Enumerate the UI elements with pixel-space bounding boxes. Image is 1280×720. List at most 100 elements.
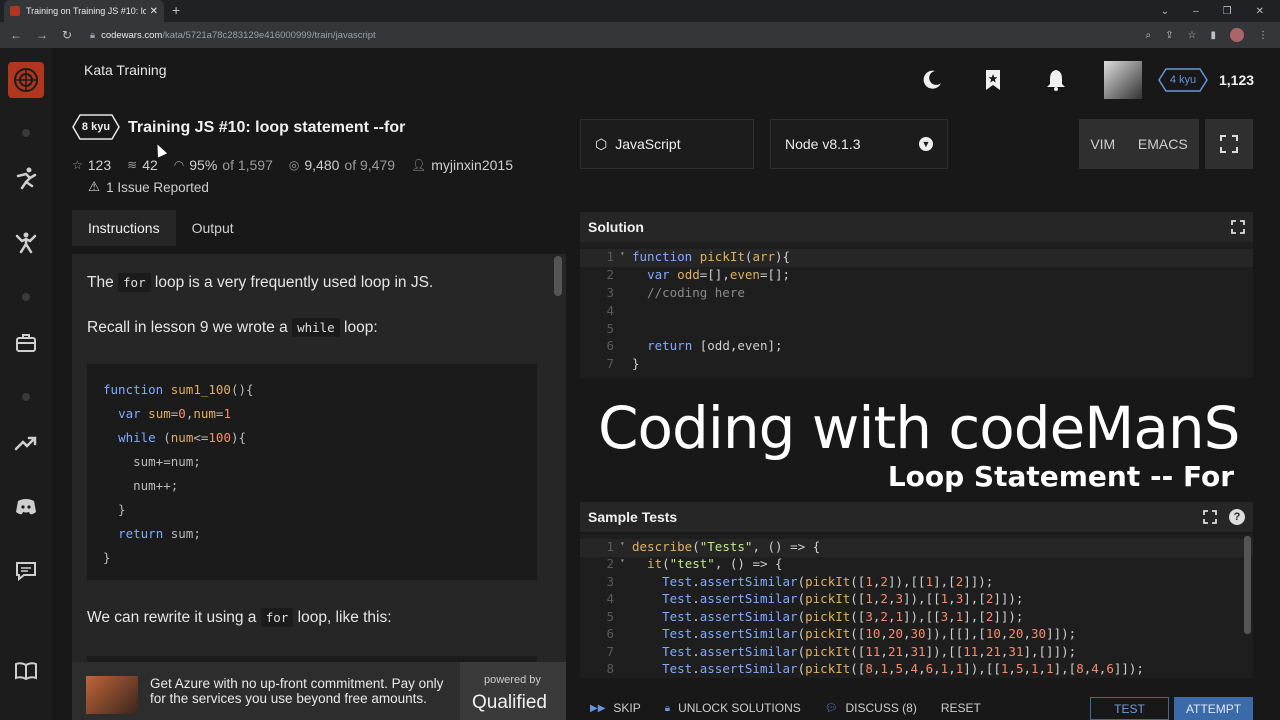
instructions-scrollbar[interactable]: [554, 256, 562, 296]
sample-tests-editor[interactable]: 1 ▾ describe("Tests", () => { 2 ▾ it("test"…: [580, 534, 1253, 678]
collections-stat[interactable]: ≋ 42: [127, 157, 158, 173]
emacs-mode-button[interactable]: EMACS: [1138, 136, 1188, 152]
honor-count: 1,123: [1219, 72, 1255, 88]
browser-menu-icon[interactable]: ⋮: [1258, 30, 1268, 41]
code-line: 1 ▾ function pickIt(arr){: [580, 249, 1253, 267]
chat-icon[interactable]: [14, 559, 38, 583]
user-avatar[interactable]: [1104, 61, 1142, 99]
instruction-paragraph: The for loop is a very frequently used l…: [87, 273, 434, 292]
sidebar-separator: [22, 393, 30, 401]
tab-search-icon[interactable]: ⌄: [1161, 6, 1169, 17]
url-path: /kata/5721a78c283129e416000999/train/jav…: [162, 29, 376, 41]
powered-by-label: powered by: [484, 674, 541, 686]
ad-banner[interactable]: Get Azure with no up-front commitment. P…: [72, 662, 566, 720]
runtime-select[interactable]: Node v8.1.3 ▼: [770, 119, 948, 169]
new-tab-icon[interactable]: +: [172, 2, 180, 18]
instruction-paragraph: Recall in lesson 9 we wrote a while loop…: [87, 318, 378, 337]
attempt-button[interactable]: ATTEMPT: [1174, 697, 1253, 720]
notifications-bell-icon[interactable]: [1044, 68, 1068, 92]
tab-instructions[interactable]: Instructions: [72, 210, 176, 246]
inline-code: for: [118, 273, 151, 292]
reload-icon[interactable]: ↻: [62, 28, 72, 42]
code-line: return sum;: [118, 526, 201, 541]
fullscreen-button[interactable]: [1205, 119, 1253, 169]
share-icon[interactable]: ⇪: [1165, 30, 1173, 41]
warning-icon: ⚠: [88, 179, 101, 194]
dark-mode-moon-icon[interactable]: [920, 68, 944, 92]
tests-scrollbar[interactable]: [1244, 536, 1251, 634]
code-line: 2 ▾ it("test", () => {: [606, 556, 783, 571]
bookmark-icon[interactable]: [981, 68, 1005, 92]
unlock-solutions-button[interactable]: 🔒︎ UNLOCK SOLUTIONS: [665, 701, 801, 715]
tab-output[interactable]: Output: [176, 210, 250, 246]
stack-icon: ≋: [127, 158, 138, 172]
url-field[interactable]: 🔒︎ codewars.com/kata/5721a78c283129e4160…: [90, 30, 1146, 41]
kyu-label: 8 kyu: [81, 121, 111, 133]
skip-label: SKIP: [613, 701, 641, 715]
code-block: function sum1_100(){ var sum=0,num=1 whi…: [87, 364, 537, 580]
expand-icon[interactable]: [1203, 510, 1217, 524]
bookmark-star-icon[interactable]: ☆: [1188, 30, 1197, 41]
sidebar-separator: [22, 293, 30, 301]
author-stat[interactable]: 👤︎ myjinxin2015: [411, 157, 513, 173]
restore-icon[interactable]: ❐: [1223, 6, 1232, 17]
close-tab-icon[interactable]: ✕: [150, 6, 158, 17]
collections-count: 42: [142, 157, 158, 173]
minimize-icon[interactable]: –: [1193, 6, 1199, 17]
satisfaction-stat: ◠ 95% of 1,597: [174, 157, 273, 173]
expand-icon[interactable]: [1231, 220, 1245, 234]
qualified-badge[interactable]: powered by Qualified: [460, 662, 566, 720]
page-title: Kata Training: [84, 62, 167, 78]
code-line: 7 Test.assertSimilar(pickIt([11,21,31]),…: [606, 644, 1077, 659]
satisfaction-total: of 1,597: [222, 157, 273, 173]
profile-avatar[interactable]: [1230, 28, 1244, 42]
skip-button[interactable]: ▶▶ SKIP: [590, 701, 641, 715]
completed-total: of 9,479: [344, 157, 396, 173]
vim-mode-button[interactable]: VIM: [1090, 136, 1115, 152]
back-icon[interactable]: ←: [10, 28, 22, 42]
runtime-label: Node v8.1.3: [785, 136, 861, 152]
favorites-stat[interactable]: ☆ 123: [72, 157, 111, 173]
test-button[interactable]: TEST: [1090, 697, 1169, 720]
zoom-icon[interactable]: ⌕: [1146, 30, 1152, 41]
discord-icon[interactable]: [14, 495, 38, 519]
editor-mode-toggle: VIM EMACS: [1079, 119, 1199, 169]
solution-header: Solution: [580, 212, 1253, 242]
help-icon[interactable]: ?: [1229, 509, 1245, 525]
practice-icon[interactable]: [14, 230, 38, 254]
overlay-title: Coding with codeManS: [598, 394, 1240, 462]
browser-tab[interactable]: Training on Training JS #10: loop ✕: [4, 0, 164, 22]
issues-label: 1 Issue Reported: [106, 179, 209, 195]
reset-button[interactable]: RESET: [941, 701, 981, 715]
codewars-logo[interactable]: [8, 62, 44, 98]
inline-code: while: [292, 318, 340, 337]
url-host: codewars.com: [101, 29, 163, 41]
briefcase-icon[interactable]: [14, 331, 38, 355]
docs-book-icon[interactable]: [14, 659, 38, 683]
reset-label: RESET: [940, 701, 981, 715]
discuss-button[interactable]: 💬︎ DISCUSS (8): [825, 701, 917, 715]
satisfaction-pct: 95%: [189, 157, 218, 173]
close-window-icon[interactable]: ✕: [1256, 6, 1264, 17]
codewars-favicon-icon: [10, 6, 20, 16]
sidepanel-icon[interactable]: ▮: [1210, 30, 1216, 41]
user-icon: 👤︎: [411, 158, 427, 172]
forward-icon[interactable]: →: [36, 28, 48, 42]
issues-link[interactable]: ⚠ 1 Issue Reported: [88, 179, 209, 195]
author-name: myjinxin2015: [431, 157, 513, 173]
code-line: while (num<=100){: [118, 430, 247, 445]
code-line: var sum=0,num=1: [118, 406, 231, 421]
left-sidebar: [0, 48, 52, 720]
language-selector[interactable]: ⬡ JavaScript: [580, 119, 754, 169]
window-controls: ⌄ – ❐ ✕: [1161, 0, 1280, 22]
code-line: 8 Test.assertSimilar(pickIt([8,1,5,4,6,1…: [606, 661, 1144, 676]
leaderboard-trend-icon[interactable]: [14, 431, 38, 455]
ad-text: Get Azure with no up-front commitment. P…: [150, 676, 444, 706]
comments-icon: 💬︎: [824, 702, 838, 714]
training-icon[interactable]: [14, 166, 38, 190]
solution-editor[interactable]: 1 ▾ function pickIt(arr){ 2 var odd=[],eve…: [580, 242, 1253, 378]
instructions-panel: The for loop is a very frequently used l…: [72, 254, 566, 662]
completed-count: 9,480: [304, 157, 340, 173]
kata-stats: ☆ 123 ≋ 42 ◠ 95% of 1,597 ◎ 9,480 of 9,479 👤︎ m…: [72, 157, 513, 173]
kyu-badge: 8 kyu: [72, 114, 120, 140]
